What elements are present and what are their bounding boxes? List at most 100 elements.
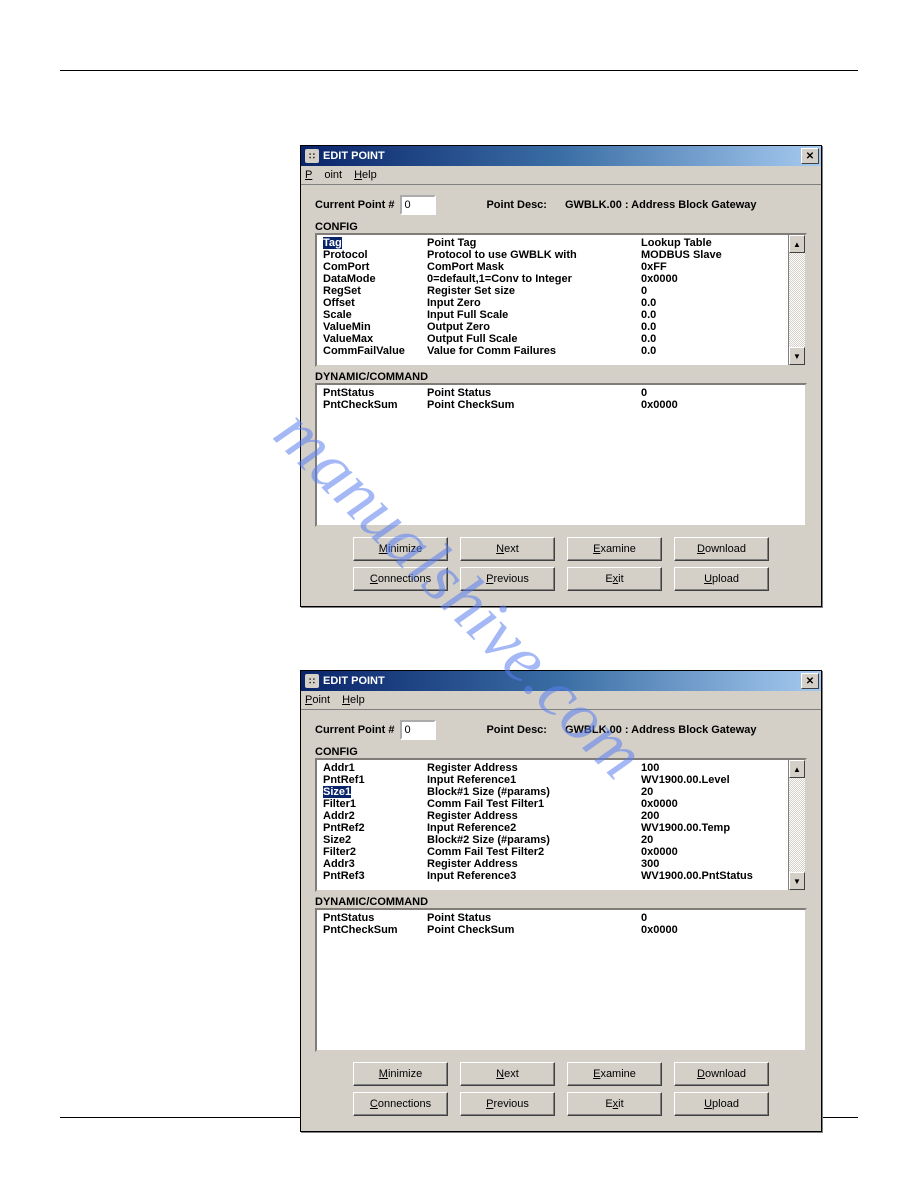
row-name[interactable]: ValueMax <box>321 333 425 345</box>
table-row[interactable]: CommFailValueValue for Comm Failures0.0 <box>321 345 784 357</box>
row-value: 0.0 <box>639 345 784 357</box>
scroll-down-icon[interactable]: ▼ <box>789 347 805 365</box>
config-list[interactable]: Addr1Register Address100PntRef1Input Ref… <box>317 760 788 890</box>
minimize-button[interactable]: Minimize <box>353 537 448 561</box>
scroll-down-icon[interactable]: ▼ <box>789 872 805 890</box>
edit-point-window-1: ∷ EDIT POINT ✕ Point Help Current Point … <box>300 145 822 607</box>
download-button[interactable]: Download <box>674 1062 769 1086</box>
menu-help[interactable]: Help <box>354 169 377 181</box>
row-name[interactable]: Offset <box>321 297 425 309</box>
table-row[interactable]: PntRef1Input Reference1WV1900.00.Level <box>321 774 784 786</box>
row-name[interactable]: Addr1 <box>321 762 425 774</box>
config-panel: TagPoint TagLookup TableProtocolProtocol… <box>315 233 807 367</box>
row-name[interactable]: CommFailValue <box>321 345 425 357</box>
table-row[interactable]: PntRef2Input Reference2WV1900.00.Temp <box>321 822 784 834</box>
next-button[interactable]: Next <box>460 537 555 561</box>
upload-button[interactable]: Upload <box>674 567 769 591</box>
connections-button[interactable]: Connections <box>353 1092 448 1116</box>
table-row[interactable]: Filter2Comm Fail Test Filter20x0000 <box>321 846 784 858</box>
table-row[interactable]: Filter1Comm Fail Test Filter10x0000 <box>321 798 784 810</box>
exit-button[interactable]: Exit <box>567 1092 662 1116</box>
current-point-input[interactable] <box>400 720 436 740</box>
titlebar[interactable]: ∷ EDIT POINT ✕ <box>301 146 821 166</box>
minimize-button[interactable]: Minimize <box>353 1062 448 1086</box>
row-name[interactable]: Scale <box>321 309 425 321</box>
row-name[interactable]: Filter1 <box>321 798 425 810</box>
row-name[interactable]: Tag <box>321 237 425 249</box>
table-row[interactable]: ComPortComPort Mask0xFF <box>321 261 784 273</box>
table-row[interactable]: RegSetRegister Set size0 <box>321 285 784 297</box>
table-row[interactable]: Addr1Register Address100 <box>321 762 784 774</box>
row-value: 0.0 <box>639 333 784 345</box>
table-row[interactable]: PntStatusPoint Status0 <box>321 387 801 399</box>
table-row[interactable]: Size2Block#2 Size (#params)20 <box>321 834 784 846</box>
row-name[interactable]: PntCheckSum <box>321 399 425 411</box>
close-icon[interactable]: ✕ <box>801 148 819 164</box>
menu-help[interactable]: Help <box>342 694 365 706</box>
previous-button[interactable]: Previous <box>460 567 555 591</box>
close-icon[interactable]: ✕ <box>801 673 819 689</box>
upload-button[interactable]: Upload <box>674 1092 769 1116</box>
menu-point[interactable]: Point <box>305 694 330 706</box>
document-page: manualshive.com ∷ EDIT POINT ✕ Point Hel… <box>0 0 918 1188</box>
row-name[interactable]: PntStatus <box>321 387 425 399</box>
row-name[interactable]: Filter2 <box>321 846 425 858</box>
top-rule <box>60 70 858 71</box>
config-scrollbar[interactable]: ▲ ▼ <box>788 760 805 890</box>
config-list[interactable]: TagPoint TagLookup TableProtocolProtocol… <box>317 235 788 365</box>
row-name[interactable]: Addr3 <box>321 858 425 870</box>
row-value: 0.0 <box>639 297 784 309</box>
config-scrollbar[interactable]: ▲ ▼ <box>788 235 805 365</box>
row-name[interactable]: ComPort <box>321 261 425 273</box>
row-name[interactable]: Protocol <box>321 249 425 261</box>
table-row[interactable]: ScaleInput Full Scale0.0 <box>321 309 784 321</box>
row-name[interactable]: PntRef3 <box>321 870 425 882</box>
table-row[interactable]: ProtocolProtocol to use GWBLK withMODBUS… <box>321 249 784 261</box>
row-name[interactable]: Addr2 <box>321 810 425 822</box>
examine-button[interactable]: Examine <box>567 1062 662 1086</box>
dynamic-panel[interactable]: PntStatusPoint Status0PntCheckSumPoint C… <box>315 383 807 527</box>
current-point-input[interactable] <box>400 195 436 215</box>
table-row[interactable]: PntStatusPoint Status0 <box>321 912 801 924</box>
menubar: Point Help <box>301 691 821 710</box>
row-name[interactable]: PntStatus <box>321 912 425 924</box>
dynamic-panel[interactable]: PntStatusPoint Status0PntCheckSumPoint C… <box>315 908 807 1052</box>
table-row[interactable]: Addr3Register Address300 <box>321 858 784 870</box>
row-name[interactable]: DataMode <box>321 273 425 285</box>
table-row[interactable]: ValueMaxOutput Full Scale0.0 <box>321 333 784 345</box>
config-panel: Addr1Register Address100PntRef1Input Ref… <box>315 758 807 892</box>
row-value: Lookup Table <box>639 237 784 249</box>
scroll-up-icon[interactable]: ▲ <box>789 760 805 778</box>
scroll-track[interactable] <box>789 778 805 872</box>
point-header-row: Current Point # Point Desc: GWBLK.00 : A… <box>315 195 807 215</box>
table-row[interactable]: Addr2Register Address200 <box>321 810 784 822</box>
examine-button[interactable]: Examine <box>567 537 662 561</box>
titlebar[interactable]: ∷ EDIT POINT ✕ <box>301 671 821 691</box>
table-row[interactable]: TagPoint TagLookup Table <box>321 237 784 249</box>
row-name[interactable]: PntRef1 <box>321 774 425 786</box>
scroll-up-icon[interactable]: ▲ <box>789 235 805 253</box>
exit-button[interactable]: Exit <box>567 567 662 591</box>
table-row[interactable]: PntRef3Input Reference3WV1900.00.PntStat… <box>321 870 784 882</box>
row-name[interactable]: Size1 <box>321 786 425 798</box>
app-icon: ∷ <box>305 674 319 688</box>
previous-button[interactable]: Previous <box>460 1092 555 1116</box>
table-row[interactable]: Size1Block#1 Size (#params)20 <box>321 786 784 798</box>
table-row[interactable]: PntCheckSumPoint CheckSum0x0000 <box>321 924 801 936</box>
edit-point-window-2: ∷ EDIT POINT ✕ Point Help Current Point … <box>300 670 822 1132</box>
table-row[interactable]: OffsetInput Zero0.0 <box>321 297 784 309</box>
row-name[interactable]: Size2 <box>321 834 425 846</box>
connections-button[interactable]: Connections <box>353 567 448 591</box>
download-button[interactable]: Download <box>674 537 769 561</box>
row-name[interactable]: PntRef2 <box>321 822 425 834</box>
scroll-track[interactable] <box>789 253 805 347</box>
row-name[interactable]: PntCheckSum <box>321 924 425 936</box>
table-row[interactable]: ValueMinOutput Zero0.0 <box>321 321 784 333</box>
table-row[interactable]: DataMode0=default,1=Conv to Integer0x000… <box>321 273 784 285</box>
row-name[interactable]: RegSet <box>321 285 425 297</box>
next-button[interactable]: Next <box>460 1062 555 1086</box>
row-name[interactable]: ValueMin <box>321 321 425 333</box>
table-row[interactable]: PntCheckSumPoint CheckSum0x0000 <box>321 399 801 411</box>
menu-point[interactable]: Point <box>305 169 342 181</box>
row-desc: Comm Fail Test Filter1 <box>425 798 639 810</box>
